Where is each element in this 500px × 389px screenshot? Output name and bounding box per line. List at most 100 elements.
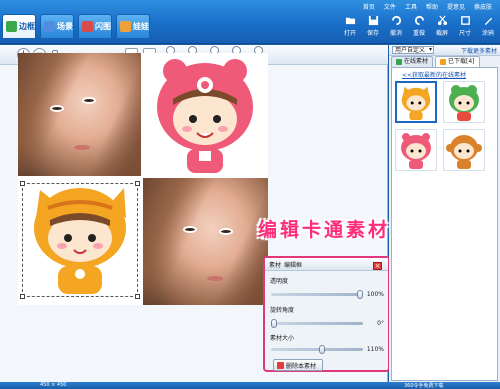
border-icon [6,21,17,32]
resize-handle[interactable] [20,294,25,299]
opacity-slider[interactable] [271,293,363,296]
tab-doll[interactable]: 娃娃 [116,14,150,38]
tab-online-material[interactable]: 在线素材 [391,56,434,67]
resize-button[interactable]: 尺寸 [455,15,475,37]
panel-title: 素材 [269,261,282,269]
size-label: 素材大小 [270,335,295,342]
brush-icon [484,17,492,26]
status-link[interactable]: 360令手免费下载 [404,382,444,389]
panel-header: 素材 编辑框 [265,258,388,271]
status-bar: 450 × 450 360令手免费下载 [0,382,500,389]
photo-hair [18,53,141,176]
edit-caption: 编辑卡通素材 [258,219,391,241]
rotate-value: 0° [377,320,384,327]
material-edit-panel: 素材 编辑框 × 透明度 100% 旋转角度 0° 素材大小 110% 删除本素… [263,256,390,372]
size-slider-handle[interactable] [319,345,325,354]
menu-home[interactable]: 首页 [363,2,375,11]
undo-top-label: 撤消 [389,30,402,37]
selection-frame[interactable] [20,181,140,299]
opacity-value: 100% [366,291,384,298]
redo-top-button[interactable]: 重做 [409,15,429,37]
bear-sticker-icon [157,59,253,173]
menu-feedback[interactable]: 提意见 [447,2,465,11]
image-size: 450 × 450 [40,382,67,388]
top-toolbar: 边框 场景 闪图 娃娃 首页 文件 工具 帮助 提意见 换皮肤 打开 保存 撤消… [0,0,500,44]
material-list: <<获取最新的在线素材 [391,67,498,381]
material-sidebar-header: 用户自定义 下载更多素材 [389,45,500,56]
flash-icon [82,21,93,32]
rotate-slider-handle[interactable] [271,319,277,328]
save-icon [368,15,378,26]
undo-top-button[interactable]: 撤消 [386,15,406,37]
material-thumb[interactable] [443,81,485,123]
screenshot-button[interactable]: 截屏 [432,15,452,37]
menu-file[interactable]: 文件 [384,2,396,11]
material-tabs: 在线素材 已下载[4] [391,56,480,67]
opacity-slider-handle[interactable] [357,290,363,299]
material-thumb[interactable] [443,129,485,171]
top-menu: 首页 文件 工具 帮助 提意见 换皮肤 [363,2,492,11]
monkey-thumb-icon [446,135,482,169]
close-icon[interactable]: × [373,262,382,270]
resize-handle[interactable] [135,181,140,186]
download-more-link[interactable]: 下载更多素材 [461,46,497,55]
size-value: 110% [366,346,384,353]
rotate-slider[interactable] [271,322,363,325]
mode-tabs: 边框 场景 闪图 娃娃 [2,14,150,38]
get-latest-link[interactable]: <<获取最新的在线素材 [402,70,466,79]
size-slider[interactable] [271,348,363,351]
photo-eye [82,97,96,104]
open-label: 打开 [343,30,356,37]
doodle-label: 涂鸦 [481,30,494,37]
menu-skin[interactable]: 换皮肤 [474,2,492,11]
tab-border[interactable]: 边框 [2,14,36,38]
download-icon [440,59,447,65]
delete-label: 删除本素材 [286,362,317,370]
online-icon [396,59,402,65]
material-thumb[interactable] [395,129,437,171]
image-canvas[interactable] [18,53,268,305]
frog-thumb-icon [449,85,479,121]
save-button[interactable]: 保存 [363,15,383,37]
scissors-icon [437,15,447,26]
photo-lips [74,145,90,150]
tab-label: 边框 [19,22,35,31]
panel-subtitle: 编辑框 [284,261,303,269]
menu-help[interactable]: 帮助 [426,2,438,11]
tab-flash[interactable]: 闪图 [78,14,112,38]
photo-bottom-right [143,178,268,305]
bear-thumb-icon [401,133,431,169]
redo-top-label: 重做 [412,30,425,37]
tab-online-label: 在线素材 [404,58,429,65]
tab-scene[interactable]: 场景 [40,14,74,38]
cat-thumb-icon [401,86,431,121]
thumbnail-grid [395,81,485,171]
resize-handle[interactable] [20,181,25,186]
folder-icon [345,17,355,25]
category-select[interactable]: 用户自定义 [392,46,434,54]
tab-downloaded-label: 已下载[4] [448,58,475,65]
delete-icon [277,361,284,369]
photo-eye [50,105,64,112]
photo-eye [183,226,197,233]
tab-downloaded[interactable]: 已下载[4] [435,56,480,67]
tab-label: 闪图 [95,22,111,31]
resize-label: 尺寸 [458,30,471,37]
open-button[interactable]: 打开 [340,15,360,37]
file-tools: 打开 保存 撤消 重做 截屏 尺寸 涂鸦 [340,15,498,37]
opacity-label: 透明度 [270,278,289,285]
photo-hair [143,178,268,305]
scene-icon [44,21,55,32]
material-sidebar: 用户自定义 下载更多素材 在线素材 已下载[4] <<获取最新的在线素材 [389,45,500,382]
cartoon-bear [143,53,268,176]
redo-icon [414,15,424,26]
menu-tools[interactable]: 工具 [405,2,417,11]
resize-handle[interactable] [135,294,140,299]
delete-material-button[interactable]: 删除本素材 [273,359,323,371]
doodle-button[interactable]: 涂鸦 [478,15,498,37]
photo-lips [207,276,223,281]
resize-icon [460,16,470,25]
doll-icon [120,21,131,32]
material-thumb[interactable] [395,81,437,123]
screenshot-label: 截屏 [435,30,448,37]
